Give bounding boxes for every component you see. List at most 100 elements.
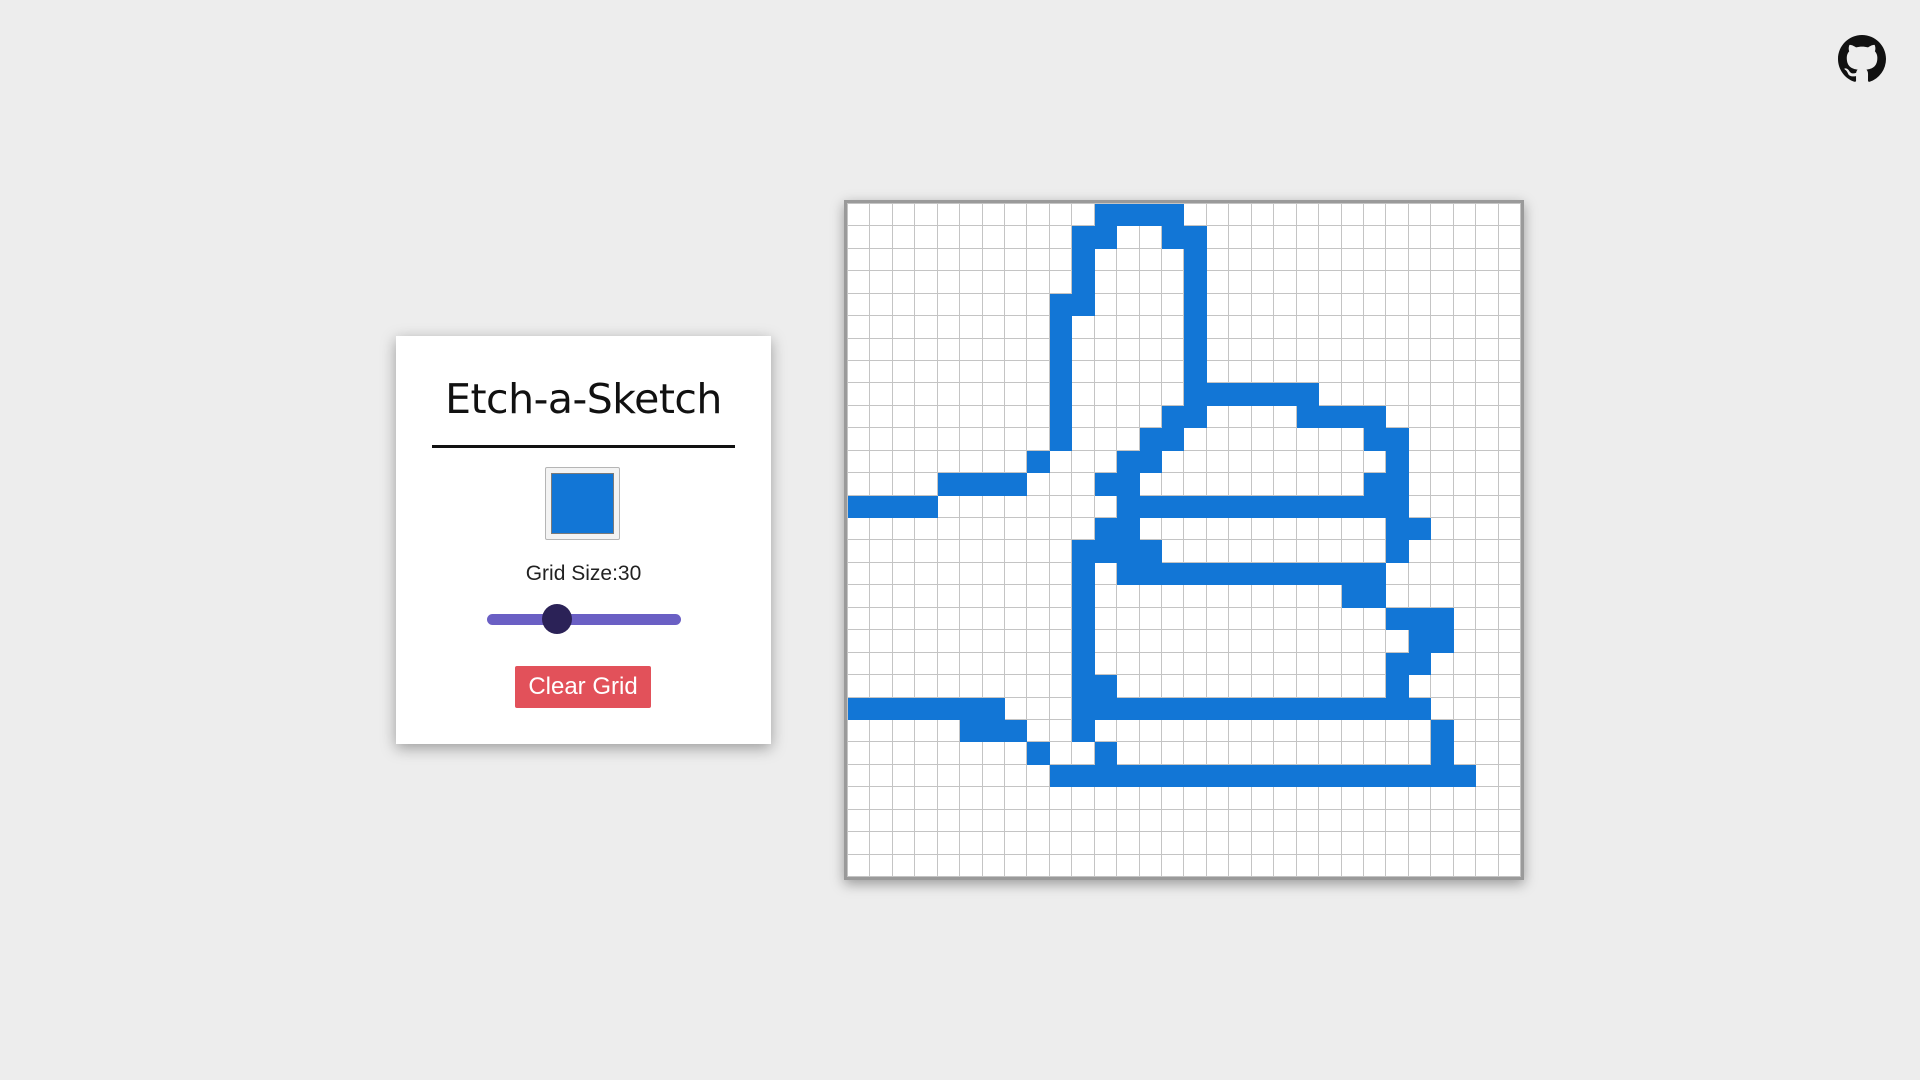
grid-cell[interactable] — [1341, 316, 1364, 339]
grid-cell[interactable] — [1498, 226, 1521, 249]
grid-cell[interactable] — [1027, 518, 1050, 541]
grid-cell[interactable] — [915, 675, 938, 698]
grid-cell[interactable] — [1453, 226, 1477, 249]
grid-cell[interactable] — [848, 495, 871, 519]
grid-cell[interactable] — [1117, 248, 1140, 272]
grid-cell[interactable] — [1431, 473, 1454, 496]
grid-cell[interactable] — [892, 719, 916, 743]
grid-cell[interactable] — [1139, 630, 1163, 653]
grid-cell[interactable] — [892, 518, 916, 541]
grid-cell[interactable] — [1072, 675, 1095, 698]
grid-cell[interactable] — [1251, 562, 1275, 586]
sketch-grid[interactable] — [847, 203, 1521, 877]
grid-cell[interactable] — [1162, 204, 1185, 227]
grid-cell[interactable] — [1251, 495, 1275, 519]
grid-cell[interactable] — [1386, 697, 1409, 720]
grid-cell[interactable] — [1408, 832, 1432, 855]
grid-cell[interactable] — [1005, 630, 1028, 653]
grid-cell[interactable] — [1206, 248, 1230, 272]
grid-cell[interactable] — [937, 585, 961, 608]
grid-cell[interactable] — [1453, 248, 1477, 272]
grid-cell[interactable] — [937, 405, 961, 429]
grid-cell[interactable] — [1139, 832, 1163, 855]
grid-cell[interactable] — [1139, 652, 1163, 676]
grid-cell[interactable] — [870, 293, 893, 317]
grid-cell[interactable] — [1341, 719, 1364, 743]
grid-cell[interactable] — [915, 540, 938, 563]
grid-cell[interactable] — [1408, 652, 1432, 676]
grid-cell[interactable] — [1251, 742, 1275, 765]
grid-cell[interactable] — [1117, 675, 1140, 698]
grid-cell[interactable] — [1049, 607, 1073, 631]
grid-cell[interactable] — [1139, 675, 1163, 698]
grid-cell[interactable] — [1117, 518, 1140, 541]
grid-cell[interactable] — [848, 338, 871, 362]
grid-cell[interactable] — [1453, 428, 1477, 451]
grid-cell[interactable] — [1498, 697, 1521, 720]
grid-cell[interactable] — [1498, 585, 1521, 608]
grid-cell[interactable] — [1498, 204, 1521, 227]
grid-cell[interactable] — [1431, 540, 1454, 563]
grid-cell[interactable] — [1117, 204, 1140, 227]
grid-cell[interactable] — [960, 562, 983, 586]
grid-cell[interactable] — [1431, 832, 1454, 855]
grid-cell[interactable] — [1049, 495, 1073, 519]
grid-cell[interactable] — [1251, 473, 1275, 496]
grid-cell[interactable] — [1408, 719, 1432, 743]
grid-cell[interactable] — [1274, 293, 1297, 317]
grid-cell[interactable] — [1476, 226, 1499, 249]
grid-cell[interactable] — [1251, 607, 1275, 631]
grid-cell[interactable] — [915, 271, 938, 294]
grid-cell[interactable] — [1206, 383, 1230, 406]
grid-cell[interactable] — [1094, 226, 1118, 249]
grid-cell[interactable] — [1431, 787, 1454, 810]
grid-cell[interactable] — [1274, 518, 1297, 541]
grid-cell[interactable] — [982, 764, 1006, 788]
grid-cell[interactable] — [1005, 719, 1028, 743]
grid-cell[interactable] — [915, 607, 938, 631]
grid-cell[interactable] — [1162, 473, 1185, 496]
grid-cell[interactable] — [1117, 562, 1140, 586]
grid-cell[interactable] — [982, 293, 1006, 317]
grid-cell[interactable] — [1408, 361, 1432, 384]
grid-cell[interactable] — [1498, 742, 1521, 765]
grid-cell[interactable] — [1005, 607, 1028, 631]
grid-cell[interactable] — [1476, 338, 1499, 362]
grid-cell[interactable] — [1049, 854, 1073, 877]
grid-cell[interactable] — [1139, 383, 1163, 406]
grid-cell[interactable] — [1072, 652, 1095, 676]
grid-cell[interactable] — [1117, 764, 1140, 788]
grid-cell[interactable] — [1251, 383, 1275, 406]
grid-cell[interactable] — [1094, 450, 1118, 474]
grid-cell[interactable] — [848, 742, 871, 765]
grid-cell[interactable] — [1386, 719, 1409, 743]
grid-cell[interactable] — [1049, 540, 1073, 563]
grid-cell[interactable] — [1251, 204, 1275, 227]
grid-cell[interactable] — [1117, 630, 1140, 653]
grid-cell[interactable] — [1049, 518, 1073, 541]
grid-cell[interactable] — [1184, 495, 1207, 519]
grid-cell[interactable] — [892, 293, 916, 317]
grid-cell[interactable] — [1027, 383, 1050, 406]
grid-cell[interactable] — [1117, 473, 1140, 496]
grid-cell[interactable] — [1498, 383, 1521, 406]
grid-cell[interactable] — [1498, 675, 1521, 698]
grid-cell[interactable] — [1341, 271, 1364, 294]
grid-cell[interactable] — [1184, 675, 1207, 698]
grid-cell[interactable] — [982, 607, 1006, 631]
slider-thumb[interactable] — [542, 604, 573, 634]
grid-cell[interactable] — [1094, 764, 1118, 788]
grid-cell[interactable] — [1139, 495, 1163, 519]
grid-cell[interactable] — [1498, 540, 1521, 563]
grid-cell[interactable] — [937, 271, 961, 294]
grid-cell[interactable] — [1251, 248, 1275, 272]
grid-cell[interactable] — [1206, 809, 1230, 833]
grid-cell[interactable] — [1274, 338, 1297, 362]
grid-cell[interactable] — [1117, 719, 1140, 743]
grid-cell[interactable] — [915, 226, 938, 249]
grid-cell[interactable] — [1184, 316, 1207, 339]
grid-cell[interactable] — [1386, 675, 1409, 698]
grid-cell[interactable] — [1431, 562, 1454, 586]
grid-cell[interactable] — [960, 428, 983, 451]
grid-cell[interactable] — [960, 675, 983, 698]
